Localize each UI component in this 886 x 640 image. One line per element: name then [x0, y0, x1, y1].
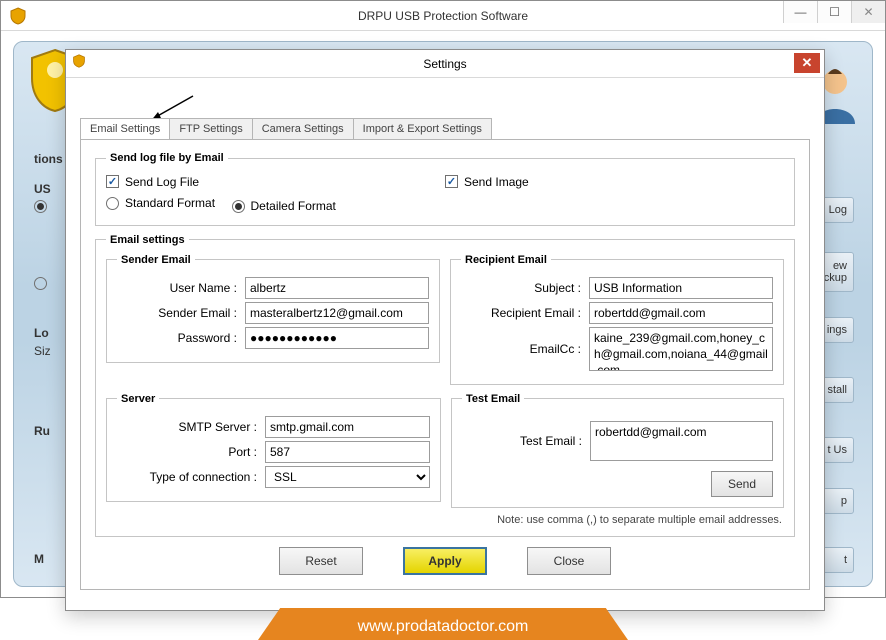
conn-type-label: Type of connection :: [117, 470, 257, 484]
tab-camera-settings[interactable]: Camera Settings: [253, 118, 354, 139]
recipient-email-input[interactable]: [589, 302, 773, 324]
app-title: DRPU USB Protection Software: [358, 9, 528, 23]
tab-content: Send log file by Email ✓Send Log File St…: [80, 139, 810, 590]
detailed-format-radio[interactable]: Detailed Format: [232, 199, 336, 213]
tab-strip: Email Settings FTP Settings Camera Setti…: [80, 118, 824, 139]
email-settings-legend: Email settings: [106, 234, 189, 246]
subject-input[interactable]: [589, 277, 773, 299]
bg-size-label: Siz: [34, 344, 51, 358]
bg-m-label: M: [34, 552, 44, 566]
app-titlebar: DRPU USB Protection Software — ☐ ✕: [1, 1, 885, 31]
send-test-button[interactable]: Send: [711, 471, 773, 497]
bg-log-label: Lo: [34, 326, 49, 340]
apply-button[interactable]: Apply: [403, 547, 487, 575]
server-group: Server SMTP Server : Port : Type of conn…: [106, 393, 441, 502]
reset-button[interactable]: Reset: [279, 547, 363, 575]
bg-run-label: Ru: [34, 424, 50, 438]
tab-email-settings[interactable]: Email Settings: [80, 118, 170, 139]
dialog-shield-icon: [72, 54, 86, 73]
username-input[interactable]: [245, 277, 429, 299]
tab-import-export-settings[interactable]: Import & Export Settings: [354, 118, 492, 139]
port-label: Port :: [117, 445, 257, 459]
sender-email-input[interactable]: [245, 302, 429, 324]
smtp-label: SMTP Server :: [117, 420, 257, 434]
window-buttons: — ☐ ✕: [783, 1, 885, 23]
test-email-legend: Test Email: [462, 393, 524, 405]
close-button[interactable]: Close: [527, 547, 611, 575]
password-input[interactable]: [245, 327, 429, 349]
sender-email-label: Sender Email :: [117, 306, 237, 320]
comma-note: Note: use comma (,) to separate multiple…: [106, 514, 782, 526]
dialog-close-button[interactable]: ✕: [794, 53, 820, 73]
emailcc-label: EmailCc :: [461, 342, 581, 356]
standard-format-radio[interactable]: Standard Format: [106, 196, 215, 210]
dialog-footer: Reset Apply Close: [95, 547, 795, 575]
bg-radio-2[interactable]: [34, 277, 65, 293]
dialog-title: Settings: [423, 57, 466, 71]
smtp-input[interactable]: [265, 416, 430, 438]
send-log-group: Send log file by Email ✓Send Log File St…: [95, 152, 795, 226]
close-window-button[interactable]: ✕: [851, 1, 885, 23]
maximize-button[interactable]: ☐: [817, 1, 851, 23]
app-icon: [7, 5, 29, 27]
send-log-file-checkbox[interactable]: ✓Send Log File: [106, 175, 199, 189]
recipient-email-label: Recipient Email :: [461, 306, 581, 320]
minimize-button[interactable]: —: [783, 1, 817, 23]
bg-radio-1[interactable]: [34, 199, 65, 213]
test-email-label: Test Email :: [462, 434, 582, 448]
bg-options-label: tions: [34, 152, 63, 166]
server-legend: Server: [117, 393, 159, 405]
emailcc-input[interactable]: [589, 327, 773, 371]
send-image-checkbox[interactable]: ✓Send Image: [445, 175, 529, 189]
recipient-email-group: Recipient Email Subject : Recipient Emai…: [450, 254, 784, 385]
port-input[interactable]: [265, 441, 430, 463]
test-email-group: Test Email Test Email : Send: [451, 393, 784, 508]
watermark-url: www.prodatadoctor.com: [258, 608, 628, 640]
recipient-email-legend: Recipient Email: [461, 254, 551, 266]
password-label: Password :: [117, 331, 237, 345]
dialog-titlebar: Settings ✕: [66, 50, 824, 78]
app-window: DRPU USB Protection Software — ☐ ✕ tions…: [0, 0, 886, 598]
bg-usb-label: US: [34, 182, 51, 196]
sender-email-group: Sender Email User Name : Sender Email : …: [106, 254, 440, 363]
conn-type-select[interactable]: SSL: [265, 466, 430, 488]
watermark: www.prodatadoctor.com: [0, 608, 886, 640]
email-settings-group: Email settings Sender Email User Name : …: [95, 234, 795, 537]
subject-label: Subject :: [461, 281, 581, 295]
sender-email-legend: Sender Email: [117, 254, 195, 266]
tab-ftp-settings[interactable]: FTP Settings: [170, 118, 252, 139]
settings-dialog: Settings ✕ Email Settings FTP Settings C…: [65, 49, 825, 611]
send-log-legend: Send log file by Email: [106, 152, 228, 164]
username-label: User Name :: [117, 281, 237, 295]
test-email-input[interactable]: [590, 421, 773, 461]
